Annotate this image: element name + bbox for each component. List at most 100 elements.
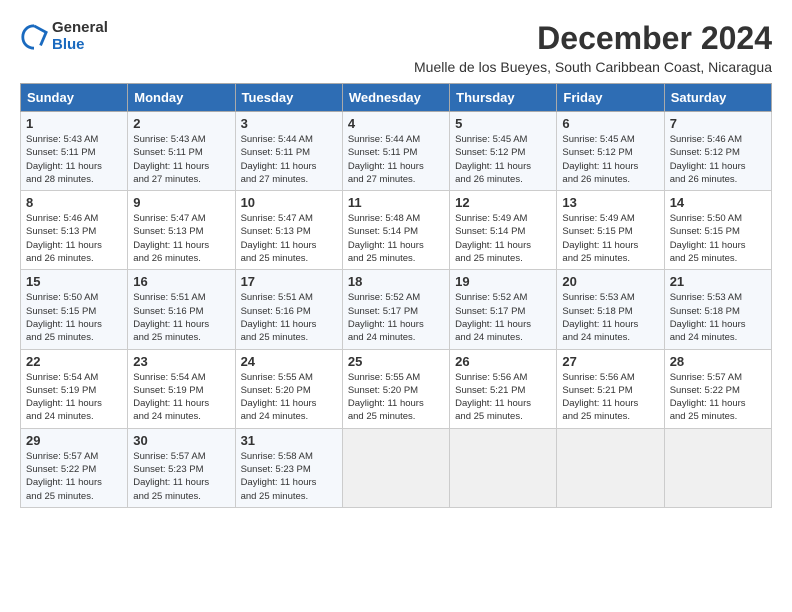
day-number: 12	[455, 195, 551, 210]
calendar-cell: 23 Sunrise: 5:54 AM Sunset: 5:19 PM Dayli…	[128, 349, 235, 428]
day-info: Sunrise: 5:52 AM Sunset: 5:17 PM Dayligh…	[455, 291, 551, 344]
day-number: 4	[348, 116, 444, 131]
logo-text: General Blue	[52, 20, 108, 53]
day-number: 27	[562, 354, 658, 369]
calendar-cell: 11Sunrise: 5:48 AM Sunset: 5:14 PM Dayli…	[342, 191, 449, 270]
day-number: 25	[348, 354, 444, 369]
day-info: Sunrise: 5:57 AM Sunset: 5:22 PM Dayligh…	[26, 450, 122, 503]
day-number: 9	[133, 195, 229, 210]
calendar-week-3: 15 Sunrise: 5:50 AM Sunset: 5:15 PM Dayli…	[21, 270, 772, 349]
calendar-week-2: 8Sunrise: 5:46 AM Sunset: 5:13 PM Daylig…	[21, 191, 772, 270]
calendar-cell: 3 Sunrise: 5:44 AM Sunset: 5:11 PM Daylig…	[235, 112, 342, 191]
calendar-cell: 25 Sunrise: 5:55 AM Sunset: 5:20 PM Dayli…	[342, 349, 449, 428]
calendar-cell: 2 Sunrise: 5:43 AM Sunset: 5:11 PM Daylig…	[128, 112, 235, 191]
page-header: General Blue December 2024 Muelle de los…	[20, 20, 772, 75]
day-number: 13	[562, 195, 658, 210]
calendar-cell: 24Sunrise: 5:55 AM Sunset: 5:20 PM Dayli…	[235, 349, 342, 428]
day-info: Sunrise: 5:46 AM Sunset: 5:13 PM Dayligh…	[26, 212, 122, 265]
calendar-cell: 22 Sunrise: 5:54 AM Sunset: 5:19 PM Dayli…	[21, 349, 128, 428]
day-info: Sunrise: 5:49 AM Sunset: 5:15 PM Dayligh…	[562, 212, 658, 265]
calendar-cell: 28 Sunrise: 5:57 AM Sunset: 5:22 PM Dayli…	[664, 349, 771, 428]
day-number: 17	[241, 274, 337, 289]
day-info: Sunrise: 5:44 AM Sunset: 5:11 PM Dayligh…	[348, 133, 444, 186]
calendar-cell: 16 Sunrise: 5:51 AM Sunset: 5:16 PM Dayli…	[128, 270, 235, 349]
calendar-cell: 14 Sunrise: 5:50 AM Sunset: 5:15 PM Dayli…	[664, 191, 771, 270]
month-title: December 2024	[414, 20, 772, 57]
calendar-cell: 1 Sunrise: 5:43 AM Sunset: 5:11 PM Daylig…	[21, 112, 128, 191]
day-info: Sunrise: 5:49 AM Sunset: 5:14 PM Dayligh…	[455, 212, 551, 265]
day-info: Sunrise: 5:51 AM Sunset: 5:16 PM Dayligh…	[133, 291, 229, 344]
day-number: 3	[241, 116, 337, 131]
calendar-cell	[342, 428, 449, 507]
calendar-cell: 29 Sunrise: 5:57 AM Sunset: 5:22 PM Dayli…	[21, 428, 128, 507]
day-info: Sunrise: 5:44 AM Sunset: 5:11 PM Dayligh…	[241, 133, 337, 186]
calendar-cell: 13 Sunrise: 5:49 AM Sunset: 5:15 PM Dayli…	[557, 191, 664, 270]
day-info: Sunrise: 5:43 AM Sunset: 5:11 PM Dayligh…	[26, 133, 122, 186]
calendar-cell: 30Sunrise: 5:57 AM Sunset: 5:23 PM Dayli…	[128, 428, 235, 507]
day-number: 30	[133, 433, 229, 448]
day-info: Sunrise: 5:58 AM Sunset: 5:23 PM Dayligh…	[241, 450, 337, 503]
logo-general-text: General	[52, 20, 108, 37]
calendar-cell: 19 Sunrise: 5:52 AM Sunset: 5:17 PM Dayli…	[450, 270, 557, 349]
day-info: Sunrise: 5:57 AM Sunset: 5:22 PM Dayligh…	[670, 371, 766, 424]
day-info: Sunrise: 5:54 AM Sunset: 5:19 PM Dayligh…	[26, 371, 122, 424]
logo: General Blue	[20, 20, 108, 53]
calendar-cell: 15 Sunrise: 5:50 AM Sunset: 5:15 PM Dayli…	[21, 270, 128, 349]
day-number: 19	[455, 274, 551, 289]
day-number: 18	[348, 274, 444, 289]
calendar-table: SundayMondayTuesdayWednesdayThursdayFrid…	[20, 83, 772, 508]
day-number: 6	[562, 116, 658, 131]
day-number: 28	[670, 354, 766, 369]
day-number: 1	[26, 116, 122, 131]
calendar-cell	[557, 428, 664, 507]
day-number: 29	[26, 433, 122, 448]
day-number: 7	[670, 116, 766, 131]
calendar-week-1: 1 Sunrise: 5:43 AM Sunset: 5:11 PM Daylig…	[21, 112, 772, 191]
calendar-cell	[664, 428, 771, 507]
day-number: 23	[133, 354, 229, 369]
day-info: Sunrise: 5:55 AM Sunset: 5:20 PM Dayligh…	[241, 371, 337, 424]
calendar-cell	[450, 428, 557, 507]
day-info: Sunrise: 5:51 AM Sunset: 5:16 PM Dayligh…	[241, 291, 337, 344]
location-title: Muelle de los Bueyes, South Caribbean Co…	[414, 59, 772, 75]
day-header-monday: Monday	[128, 84, 235, 112]
calendar-cell: 26 Sunrise: 5:56 AM Sunset: 5:21 PM Dayli…	[450, 349, 557, 428]
calendar-cell: 8Sunrise: 5:46 AM Sunset: 5:13 PM Daylig…	[21, 191, 128, 270]
day-info: Sunrise: 5:50 AM Sunset: 5:15 PM Dayligh…	[670, 212, 766, 265]
day-number: 22	[26, 354, 122, 369]
day-info: Sunrise: 5:50 AM Sunset: 5:15 PM Dayligh…	[26, 291, 122, 344]
calendar-cell: 10Sunrise: 5:47 AM Sunset: 5:13 PM Dayli…	[235, 191, 342, 270]
day-number: 14	[670, 195, 766, 210]
day-header-sunday: Sunday	[21, 84, 128, 112]
day-header-row: SundayMondayTuesdayWednesdayThursdayFrid…	[21, 84, 772, 112]
day-number: 15	[26, 274, 122, 289]
day-header-thursday: Thursday	[450, 84, 557, 112]
calendar-week-5: 29 Sunrise: 5:57 AM Sunset: 5:22 PM Dayli…	[21, 428, 772, 507]
calendar-cell: 5Sunrise: 5:45 AM Sunset: 5:12 PM Daylig…	[450, 112, 557, 191]
calendar-cell: 31 Sunrise: 5:58 AM Sunset: 5:23 PM Dayli…	[235, 428, 342, 507]
day-info: Sunrise: 5:56 AM Sunset: 5:21 PM Dayligh…	[455, 371, 551, 424]
day-number: 16	[133, 274, 229, 289]
day-info: Sunrise: 5:53 AM Sunset: 5:18 PM Dayligh…	[670, 291, 766, 344]
day-number: 21	[670, 274, 766, 289]
day-info: Sunrise: 5:56 AM Sunset: 5:21 PM Dayligh…	[562, 371, 658, 424]
day-number: 20	[562, 274, 658, 289]
title-block: December 2024 Muelle de los Bueyes, Sout…	[414, 20, 772, 75]
day-info: Sunrise: 5:45 AM Sunset: 5:12 PM Dayligh…	[455, 133, 551, 186]
day-info: Sunrise: 5:53 AM Sunset: 5:18 PM Dayligh…	[562, 291, 658, 344]
day-header-wednesday: Wednesday	[342, 84, 449, 112]
day-number: 2	[133, 116, 229, 131]
logo-blue-text: Blue	[52, 37, 108, 54]
calendar-cell: 4 Sunrise: 5:44 AM Sunset: 5:11 PM Daylig…	[342, 112, 449, 191]
day-info: Sunrise: 5:54 AM Sunset: 5:19 PM Dayligh…	[133, 371, 229, 424]
calendar-cell: 21 Sunrise: 5:53 AM Sunset: 5:18 PM Dayli…	[664, 270, 771, 349]
day-number: 31	[241, 433, 337, 448]
day-info: Sunrise: 5:46 AM Sunset: 5:12 PM Dayligh…	[670, 133, 766, 186]
calendar-cell: 18Sunrise: 5:52 AM Sunset: 5:17 PM Dayli…	[342, 270, 449, 349]
day-number: 26	[455, 354, 551, 369]
calendar-cell: 7 Sunrise: 5:46 AM Sunset: 5:12 PM Daylig…	[664, 112, 771, 191]
calendar-week-4: 22 Sunrise: 5:54 AM Sunset: 5:19 PM Dayli…	[21, 349, 772, 428]
day-number: 10	[241, 195, 337, 210]
day-info: Sunrise: 5:55 AM Sunset: 5:20 PM Dayligh…	[348, 371, 444, 424]
day-info: Sunrise: 5:43 AM Sunset: 5:11 PM Dayligh…	[133, 133, 229, 186]
